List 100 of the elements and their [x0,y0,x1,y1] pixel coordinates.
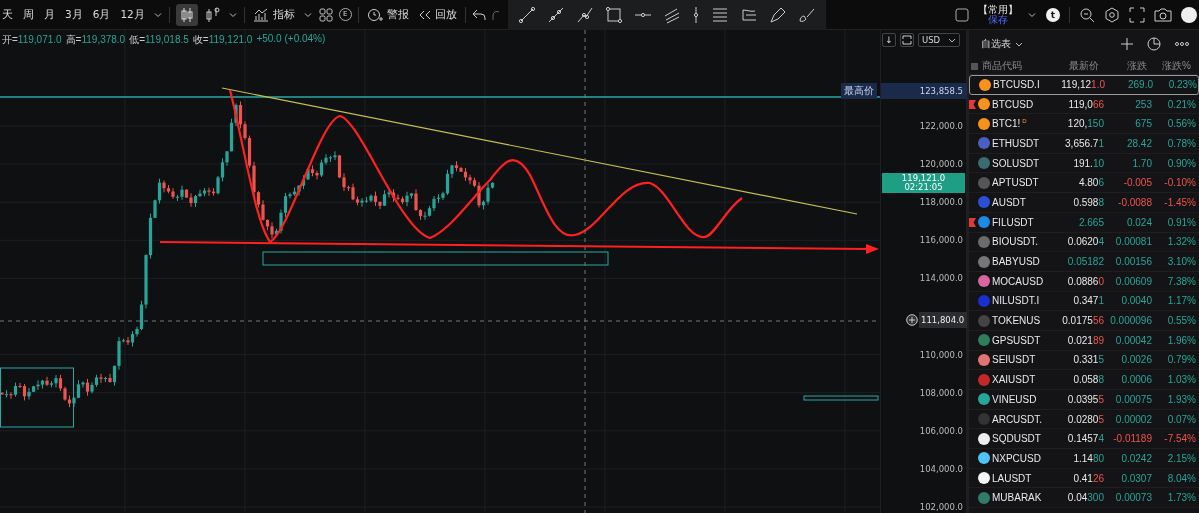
watchlist-row[interactable]: VINEUSD 0.03955 0.00075 1.93% [969,390,1199,410]
alert-button[interactable]: 警报 [364,4,411,25]
camera-icon[interactable] [1154,6,1172,23]
watchlist-row[interactable]: SOLUSDT 191.10 1.70 0.90% [969,153,1199,174]
price-change: +50.0 (+0.04%) [256,33,326,46]
ohlc-value: 高=119,378.0 [65,33,126,47]
watchlist-row[interactable]: TOKENUS 0.017556 0.000096 0.55% [969,311,1199,331]
settings-icon[interactable] [1104,6,1120,23]
square-icon[interactable] [955,7,969,22]
last-price-text: 191.10 [1072,157,1104,169]
watchlist-row[interactable]: GPSUSDT 0.02189 0.00042 1.96% [969,330,1199,351]
price-tick-label: 104,000.0 [919,462,963,476]
alarm-clock-icon [366,6,383,23]
caret-icon [1015,40,1023,48]
symbol-text: BTCUSD [992,98,1035,110]
fullscreen-icon[interactable] [1129,6,1145,23]
symbol-text: TOKENUS [992,315,1042,327]
watchlist-row[interactable]: BABYUSD 0.05182 0.00156 3.10% [969,252,1199,272]
pen-tool-icon[interactable] [768,5,787,24]
watchlist-row[interactable]: APTUSDT 4.806 -0.005 -0.10% [969,173,1199,194]
watchlist-row[interactable]: BTC1! $^{D}$ 120,150 675 0.56% [969,114,1199,135]
symbol-text: APTUSDT [992,177,1040,189]
watchlist-row[interactable]: ETHUSDT 3,656.71 28.42 0.78% [969,134,1199,154]
last-price-text: 1.1480 [1072,452,1104,464]
symbol-text: BTCUSD.I [993,79,1041,91]
change-text: 0.00042 [1114,334,1152,346]
watchlist-row[interactable]: FILUSDT 2.665 0.024 0.91% [969,212,1199,233]
watchlist-row[interactable]: MUBARAK 0.04300 0.00073 1.73% [969,488,1199,509]
watchlist-row[interactable]: BTCUSD.I 119,121.0 269.0 0.23% [969,75,1199,95]
rectangle-tool-icon[interactable] [604,5,623,24]
watchlist-title-button[interactable]: 自选表 [981,37,1023,51]
watchlist-row[interactable]: BTCUSD 119,066 253 0.21% [969,94,1199,115]
path-tool-icon[interactable] [575,5,594,24]
change-percent-text: 2.15% [1166,452,1196,464]
change-text: 0.0006 [1120,374,1152,386]
timeframe-button[interactable]: 周 [21,5,36,24]
user-circle-icon[interactable] [1181,6,1197,23]
trend-line-tool-icon[interactable] [517,5,536,24]
change-text: 0.0040 [1120,295,1152,307]
replay-button[interactable]: 回放 [416,5,459,24]
change-percent-text: -7.54% [1163,433,1196,445]
ohlc-value: 低=119,018.5 [129,33,189,47]
timeframe-button[interactable]: 月 [42,5,57,24]
timeframe-button[interactable]: 12月 [118,5,147,24]
grid-icon[interactable] [318,7,333,22]
column-header[interactable]: 最新价 [1043,59,1099,73]
change-text: -0.005 [1122,177,1152,189]
vertical-line-tool-icon[interactable] [691,5,700,24]
ray-tool-icon[interactable] [546,5,565,24]
change-text: 269.0 [1126,79,1153,91]
watchlist-row[interactable]: XAIUSDT 0.0588 0.0006 1.03% [969,370,1199,390]
last-price-text: 0.14574 [1066,433,1104,445]
change-percent-text: 0.91% [1166,216,1196,228]
watchlist-row[interactable]: BIOUSDT. 0.06204 0.00081 1.32% [969,232,1199,253]
symbol-text: ARCUSDT. [992,413,1043,425]
column-header[interactable]: 涨跌% [1147,59,1191,73]
change-text: 0.024 [1125,216,1152,228]
symbol-text: GPSUSDT [992,334,1042,346]
layout-button[interactable]: 【常用】 保存 [978,4,1018,25]
add-icon[interactable] [1121,38,1133,50]
timeframe-button[interactable]: 3月 [63,5,85,24]
watchlist-row[interactable]: NILUSDT.I 0.3471 0.0040 1.17% [969,291,1199,312]
bar-chart-icon[interactable] [203,5,222,24]
timeframe-button[interactable]: 6月 [90,5,113,24]
last-price-text: 0.0588 [1072,374,1104,386]
avatar[interactable]: t [1046,7,1060,22]
currency-select[interactable]: USD [918,33,960,47]
search-icon[interactable] [1079,6,1095,23]
redo-icon[interactable] [491,8,500,21]
watchlist-row[interactable]: NXPCUSD 1.1480 0.0242 2.15% [969,449,1199,469]
fibonacci-tool-icon[interactable] [710,5,729,24]
change-percent-text: 0.78% [1166,137,1196,149]
column-header[interactable]: 商品代码 [982,59,1043,73]
undo-icon[interactable] [471,8,486,21]
indicators-button[interactable]: 指标 [250,5,297,24]
scroll-down-button[interactable]: ↓ [882,33,896,47]
last-price-text: 0.02805 [1066,413,1104,425]
refresh-icon[interactable] [900,33,914,47]
add-alert-icon[interactable] [906,314,918,327]
high-price-tag: 最高价 [841,82,877,99]
watchlist-row[interactable]: SEIUSDT 0.3315 0.0026 0.79% [969,350,1199,371]
change-text: -0.01189 [1112,433,1152,445]
watchlist-row[interactable]: ARCUSDT. 0.02805 0.00002 0.07% [969,409,1199,430]
watchlist-row[interactable]: MOCAUSD 0.08860 0.00609 7.38% [969,271,1199,292]
price-tick-label: 110,000.0 [919,348,963,362]
price-tick-label: 102,000.0 [919,501,963,513]
column-header[interactable]: 涨跌 [1099,59,1147,73]
last-price-text: 0.03955 [1066,393,1104,405]
candlestick-icon[interactable] [175,3,198,26]
watchlist-row[interactable]: LAUSDT 0.4126 0.0307 8.04% [969,468,1199,489]
change-percent-text: 1.32% [1166,236,1196,248]
more-icon[interactable] [1175,42,1189,46]
watchlist-row[interactable]: SQDUSDT 0.14574 -0.01189 -7.54% [969,429,1199,450]
watchlist-row[interactable]: AUSDT 0.5988 -0.0088 -1.45% [969,193,1199,213]
change-percent-text: 0.07% [1166,413,1196,425]
price-tick-label: 106,000.0 [919,424,963,438]
symbol-text: SEIUSDT [992,354,1037,366]
change-text: 28.42 [1125,137,1152,149]
pie-chart-icon[interactable] [1147,37,1161,51]
timeframe-button[interactable]: 天 [0,5,15,24]
